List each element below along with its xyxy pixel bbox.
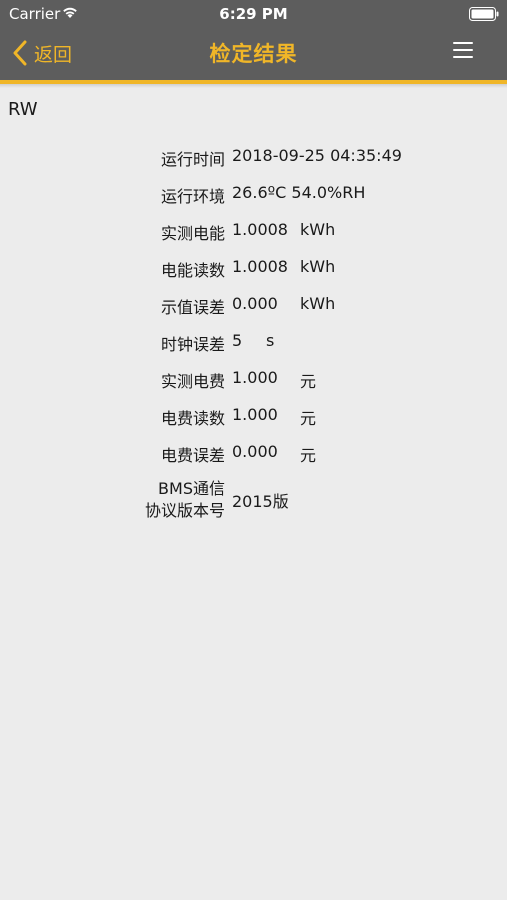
result-label: 电费误差 [160, 446, 225, 465]
device-label: RW [8, 99, 38, 120]
result-row-indication-error: 示值误差 0.000 kWh [0, 294, 507, 320]
result-row-measured-fee: 实测电费 1.000 元 [0, 368, 507, 394]
protocol-label-line2: 协议版本号 [144, 501, 225, 520]
result-label: 电能读数 [160, 261, 225, 280]
result-value: 0.000 [232, 442, 278, 461]
menu-icon-bar [453, 56, 473, 58]
page-title: 检定结果 [209, 42, 298, 66]
result-row-environment: 运行环境 26.6ºC 54.0%RH [0, 183, 507, 209]
result-value: 5 [232, 331, 243, 350]
result-row-protocol-version: BMS通信 协议版本号 2015版 [0, 478, 507, 524]
result-unit: kWh [300, 294, 336, 313]
result-label: 时钟误差 [160, 335, 225, 354]
result-unit: s [266, 331, 275, 350]
result-label: 运行时间 [160, 150, 225, 169]
result-label: 运行环境 [160, 187, 225, 206]
nav-shadow [0, 84, 507, 88]
result-label: 电费读数 [160, 409, 225, 428]
result-label: 示值误差 [160, 298, 225, 317]
menu-button[interactable] [453, 42, 473, 60]
result-value: 1.0008 [232, 257, 288, 276]
result-unit: 元 [300, 372, 317, 391]
result-value: 2015版 [232, 492, 289, 511]
protocol-label-line1: BMS通信 [158, 479, 225, 498]
result-value: 26.6ºC 54.0%RH [232, 183, 366, 202]
status-time: 6:29 PM [219, 5, 288, 23]
status-bar: Carrier 6:29 PM [0, 0, 507, 28]
result-value: 1.000 [232, 368, 278, 387]
result-row-fee-reading: 电费读数 1.000 元 [0, 405, 507, 431]
menu-icon-bar [453, 42, 473, 44]
result-row-energy-reading: 电能读数 1.0008 kWh [0, 257, 507, 283]
result-value: 1.0008 [232, 220, 288, 239]
result-row-run-time: 运行时间 2018-09-25 04:35:49 [0, 146, 507, 172]
result-unit: kWh [300, 220, 336, 239]
result-value: 1.000 [232, 405, 278, 424]
result-row-fee-error: 电费误差 0.000 元 [0, 442, 507, 468]
result-unit: 元 [300, 409, 317, 428]
result-unit: kWh [300, 257, 336, 276]
result-value: 2018-09-25 04:35:49 [232, 146, 402, 165]
result-value: 0.000 [232, 294, 278, 313]
battery-icon [469, 7, 499, 21]
result-label: 实测电费 [160, 372, 225, 391]
result-unit: 元 [300, 446, 317, 465]
navigation-bar: 返回 检定结果 [0, 28, 507, 80]
menu-icon-bar [453, 49, 473, 51]
result-label: 实测电能 [160, 224, 225, 243]
result-label: BMS通信 协议版本号 [145, 478, 225, 522]
result-row-measured-energy: 实测电能 1.0008 kWh [0, 220, 507, 246]
result-row-clock-error: 时钟误差 5 s [0, 331, 507, 357]
